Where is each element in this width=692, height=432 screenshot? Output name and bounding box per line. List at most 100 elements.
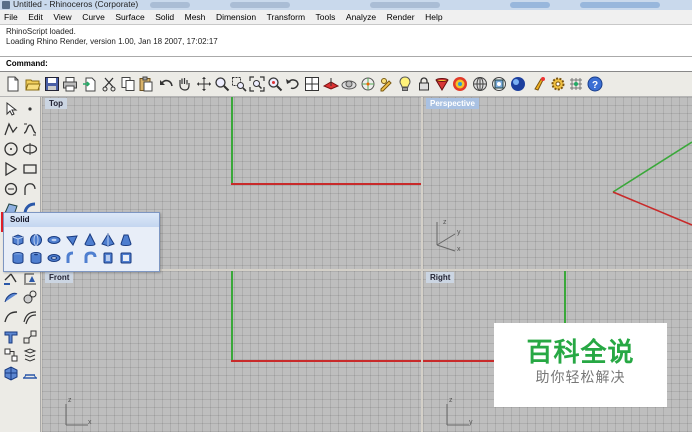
zoom-extents-icon[interactable] [249, 76, 265, 92]
menu-dimension[interactable]: Dimension [212, 10, 260, 24]
window-titlebar: Untitled - Rhinoceros (Corporate) [0, 0, 692, 10]
properties-icon[interactable] [378, 76, 394, 92]
pyramid-icon[interactable] [101, 233, 115, 247]
window-title: Untitled - Rhinoceros (Corporate) [13, 0, 139, 9]
grid-snap-icon[interactable] [568, 76, 584, 92]
cut-icon[interactable] [101, 76, 117, 92]
blurred-tab [580, 2, 660, 8]
y-axis-line [231, 97, 233, 184]
menu-edit[interactable]: Edit [24, 10, 47, 24]
offset-icon[interactable] [22, 309, 38, 325]
material-icon[interactable] [532, 76, 548, 92]
save-icon[interactable] [44, 76, 60, 92]
blurred-tab [150, 2, 190, 8]
sphere-view-icon[interactable] [341, 76, 357, 92]
polyline-icon[interactable] [3, 121, 19, 137]
point-icon[interactable] [22, 101, 38, 117]
osnap-icon[interactable] [360, 76, 376, 92]
mesh-sphere-icon[interactable] [3, 365, 19, 381]
slab-icon[interactable] [119, 251, 133, 265]
dimension-icon[interactable] [22, 270, 38, 286]
pipe-round-icon[interactable] [83, 251, 97, 265]
truncated-cone-icon[interactable] [119, 233, 133, 247]
undo-view-icon[interactable] [285, 76, 301, 92]
extend-icon[interactable] [3, 270, 19, 286]
print-icon[interactable] [62, 76, 78, 92]
undo-icon[interactable] [158, 76, 174, 92]
menu-file[interactable]: File [0, 10, 22, 24]
grid-icon[interactable] [22, 365, 38, 381]
freeform-icon[interactable] [22, 181, 38, 197]
menu-view[interactable]: View [49, 10, 75, 24]
join-icon[interactable] [3, 329, 19, 345]
rectangle-icon[interactable] [22, 161, 38, 177]
circle-icon[interactable] [3, 141, 19, 157]
menu-surface[interactable]: Surface [111, 10, 148, 24]
copy-icon[interactable] [120, 76, 136, 92]
zoom-selected-icon[interactable] [267, 76, 283, 92]
four-viewports-icon[interactable] [304, 76, 320, 92]
svg-text:?: ? [592, 80, 598, 91]
menu-solid[interactable]: Solid [151, 10, 178, 24]
menu-render[interactable]: Render [383, 10, 419, 24]
menu-tools[interactable]: Tools [312, 10, 340, 24]
zoom-icon[interactable] [214, 76, 230, 92]
shade-icon[interactable] [434, 76, 450, 92]
fillet-icon[interactable] [3, 289, 19, 305]
ellipse-icon[interactable] [3, 181, 19, 197]
polygon-icon[interactable] [3, 161, 19, 177]
extrude-icon[interactable] [101, 251, 115, 265]
light-icon[interactable] [397, 76, 413, 92]
menu-help[interactable]: Help [421, 10, 446, 24]
rendered-icon[interactable] [472, 76, 488, 92]
sphere-icon[interactable] [29, 233, 43, 247]
boolean-icon[interactable] [22, 289, 38, 305]
tube-icon[interactable] [29, 251, 43, 265]
help-icon[interactable]: ? [587, 76, 603, 92]
command-line: Command: [0, 57, 692, 72]
viewport-front[interactable]: Front z x [42, 271, 421, 432]
render-preview-icon[interactable] [510, 76, 526, 92]
select-arrow-icon[interactable] [3, 101, 19, 117]
ellipsoid-icon[interactable] [47, 233, 61, 247]
curve-icon[interactable] [22, 121, 38, 137]
viewport-perspective[interactable]: Perspective z y x [423, 97, 692, 269]
cone-icon[interactable] [83, 233, 97, 247]
paste-icon[interactable] [138, 76, 154, 92]
box-icon[interactable] [11, 233, 25, 247]
array-icon[interactable] [22, 347, 38, 363]
snap-icon[interactable] [22, 329, 38, 345]
trim-icon[interactable] [3, 309, 19, 325]
open-icon[interactable] [25, 76, 41, 92]
paraboloid-icon[interactable] [65, 233, 79, 247]
flyout-title: Solid [4, 213, 159, 227]
cplane-icon[interactable] [323, 76, 339, 92]
pan-hand-icon[interactable] [176, 76, 192, 92]
options-gear-icon[interactable] [550, 76, 566, 92]
menu-transform[interactable]: Transform [263, 10, 309, 24]
arc-icon[interactable] [22, 141, 38, 157]
standard-toolbar: ? [0, 72, 692, 97]
rotate-view-icon[interactable] [196, 76, 212, 92]
render-color-icon[interactable] [452, 76, 468, 92]
layer-lock-icon[interactable] [416, 76, 432, 92]
torus-icon[interactable] [47, 251, 61, 265]
viewport-label-top[interactable]: Top [45, 98, 68, 109]
zoom-window-icon[interactable] [231, 76, 247, 92]
watermark-tagline: 助你轻松解决 [535, 369, 626, 385]
axis-label-z: z [449, 397, 453, 404]
menu-curve[interactable]: Curve [78, 10, 109, 24]
group-icon[interactable] [3, 347, 19, 363]
menu-analyze[interactable]: Analyze [342, 10, 380, 24]
pipe-icon[interactable] [65, 251, 79, 265]
menu-mesh[interactable]: Mesh [181, 10, 210, 24]
menu-bar: File Edit View Curve Surface Solid Mesh … [0, 10, 692, 25]
import-icon[interactable] [82, 76, 98, 92]
front-axis-indicator [65, 404, 88, 426]
command-input[interactable] [52, 58, 672, 68]
render-icon[interactable] [491, 76, 507, 92]
cylinder-icon[interactable] [11, 251, 25, 265]
history-line: Loading Rhino Render, version 1.00, Jan … [6, 37, 218, 46]
axis-label-z: z [68, 397, 72, 404]
new-icon[interactable] [5, 76, 21, 92]
